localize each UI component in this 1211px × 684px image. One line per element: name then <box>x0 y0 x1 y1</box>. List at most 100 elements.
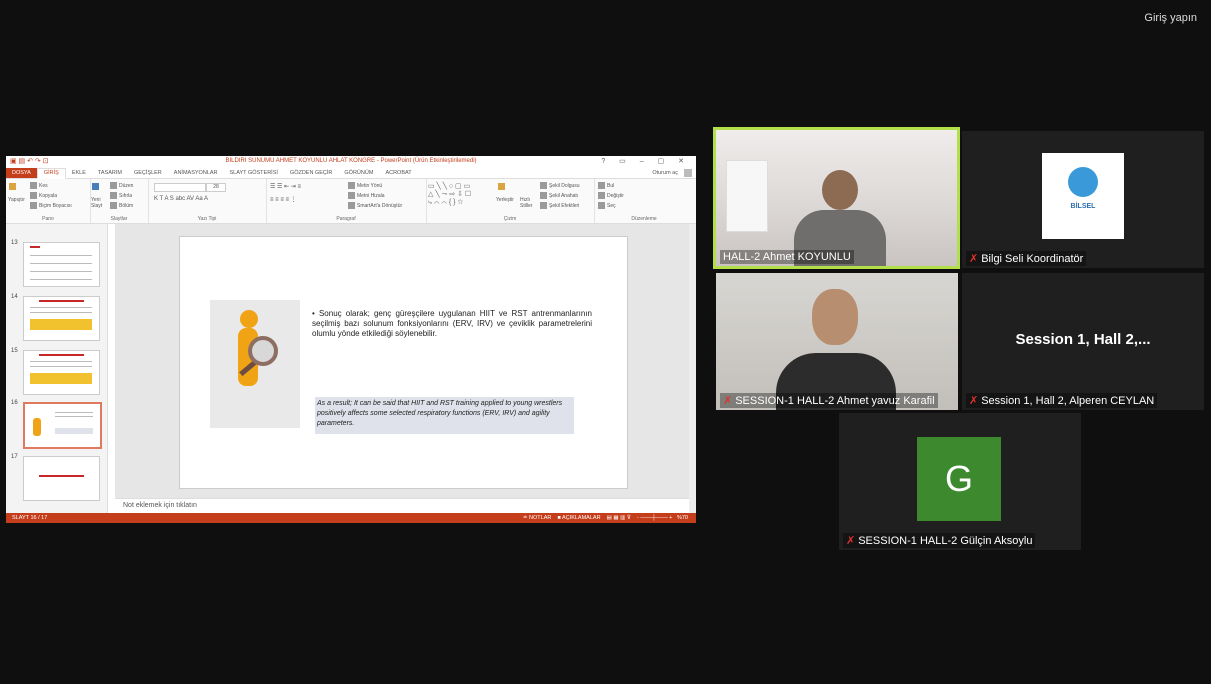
tab-file[interactable]: DOSYA <box>6 168 37 178</box>
tab-transitions[interactable]: GEÇİŞLER <box>128 170 168 176</box>
slide-thumbnail-selected[interactable] <box>23 402 102 449</box>
notes-pane[interactable]: Not eklemek için tıklatın <box>115 498 689 513</box>
slide-canvas[interactable]: • Sonuç olarak; genç güreşçilere uygulan… <box>115 224 689 499</box>
copy-button[interactable]: Kopyala <box>30 192 57 199</box>
thumb-number: 15 <box>11 348 18 354</box>
slide-thumbnail-pane[interactable]: 13 14 15 16 17 <box>6 224 108 513</box>
new-slide-button[interactable] <box>92 183 101 190</box>
view-buttons[interactable]: ▤ ▦ ▥ ⊽ <box>607 515 631 521</box>
shapes-gallery[interactable]: ▭ ╲ ╲ ○ ▢ ▭ △ ╲ ⇁ ⇨ ⇩ ☐ ⤷ ⌒ ⌒ { } ☆ <box>428 183 492 209</box>
mic-muted-icon: ✗ <box>969 253 979 265</box>
current-slide[interactable]: • Sonuç olarak; genç güreşçilere uygulan… <box>179 236 628 489</box>
tab-insert[interactable]: EKLE <box>66 170 92 176</box>
thumb-line <box>30 255 92 256</box>
text-direction-button[interactable]: Metin Yönü <box>348 182 382 189</box>
video-tile[interactable]: G ✗ SESSION-1 HALL-2 Gülçin Aksoylu <box>839 413 1081 550</box>
shape-fill-button[interactable]: Şekil Dolgusu <box>540 182 580 189</box>
format-painter-button[interactable]: Biçim Boyacısı <box>30 202 72 209</box>
slide-thumbnail[interactable] <box>23 456 100 501</box>
tab-design[interactable]: TASARIM <box>92 170 128 176</box>
font-size-input[interactable]: 28 <box>206 183 226 192</box>
find-button[interactable]: Bul <box>598 182 614 189</box>
thumb-figure <box>33 418 41 436</box>
zoom-level[interactable]: %70 <box>677 515 688 521</box>
notes-button[interactable]: ≐ NOTLAR <box>523 515 551 521</box>
align-buttons[interactable]: ≡ ≡ ≡ ≡ ⋮ <box>270 196 297 203</box>
font-format-buttons[interactable]: K T A S abc AV Aa A <box>154 196 208 202</box>
zoom-slider[interactable]: - ───┼─── + <box>637 515 672 521</box>
layout-label: Düzen <box>119 182 134 189</box>
video-tile-active-speaker[interactable]: HALL-2 Ahmet KOYUNLU <box>713 127 960 269</box>
outline-icon <box>540 192 547 199</box>
align-text-button[interactable]: Metni Hizala <box>348 192 385 199</box>
signin-link[interactable]: Oturum aç <box>652 170 678 176</box>
thumb-number: 17 <box>11 454 18 460</box>
shape-effects-button[interactable]: Şekil Efektleri <box>540 202 579 209</box>
comments-button[interactable]: ■ AÇIKLAMALAR <box>557 515 600 521</box>
slide-thumbnail[interactable] <box>23 296 100 341</box>
group-label-slides: Slaytlar <box>110 216 128 222</box>
slide-thumbnail[interactable] <box>23 350 100 395</box>
list-buttons[interactable]: ☰ ☰ ⇤ ⇥ ≡ <box>270 183 301 190</box>
text-direction-icon <box>348 182 355 189</box>
tab-view[interactable]: GÖRÜNÜM <box>338 170 379 176</box>
video-tile[interactable]: ✗ SESSION-1 HALL-2 Ahmet yavuz Karafil <box>716 273 958 410</box>
group-editing: Bul Değiştir Seç Düzenleme <box>594 179 694 223</box>
brush-icon <box>30 202 37 209</box>
video-tile[interactable]: BİLSEL ✗ Bilgi Seli Koordinatör <box>962 131 1204 268</box>
cut-button[interactable]: Kes <box>30 182 48 189</box>
cut-label: Kes <box>39 182 48 189</box>
account-avatar[interactable] <box>684 169 692 177</box>
figure-head <box>240 310 258 328</box>
font-name-input[interactable] <box>154 183 206 192</box>
thumb-number: 16 <box>11 400 18 406</box>
status-controls: ≐ NOTLAR ■ AÇIKLAMALAR ▤ ▦ ▥ ⊽ - ───┼───… <box>523 513 688 523</box>
slide-english-text[interactable]: As a result; It can be said that HIIT an… <box>315 397 574 434</box>
window-controls[interactable]: ? ▭ – ▢ ✕ <box>601 157 690 165</box>
signin-button[interactable]: Giriş yapın <box>1138 10 1203 26</box>
participant-display-title: Session 1, Hall 2,... <box>1015 331 1151 348</box>
shape-outline-button[interactable]: Şekil Anahatı <box>540 192 578 199</box>
thumb-title-mark <box>39 300 84 302</box>
thumb-highlight <box>55 428 93 434</box>
participant-name-text: Bilgi Seli Koordinatör <box>981 253 1084 265</box>
thumb-line <box>55 412 93 413</box>
quick-styles-button[interactable]: Hızlı Stiller <box>520 197 538 209</box>
new-slide-label: Yeni Slayt <box>91 197 103 209</box>
bullet-text: Sonuç olarak; genç güreşçilere uygulanan… <box>312 309 592 338</box>
participant-name: HALL-2 Ahmet KOYUNLU <box>720 250 854 264</box>
section-button[interactable]: Bölüm <box>110 202 133 209</box>
tab-home[interactable]: GİRİŞ <box>36 167 66 179</box>
smartart-icon <box>348 202 355 209</box>
tab-animations[interactable]: ANİMASYONLAR <box>168 170 224 176</box>
group-label-paragraph: Paragraf <box>336 216 356 222</box>
video-feed <box>716 130 957 266</box>
reset-label: Sıfırla <box>119 192 133 199</box>
bilsel-logo-mark <box>1068 167 1098 197</box>
shape-outline-label: Şekil Anahatı <box>549 192 579 199</box>
arrange-button[interactable] <box>498 183 507 190</box>
vertical-scrollbar[interactable] <box>689 224 696 513</box>
find-label: Bul <box>607 182 615 189</box>
select-button[interactable]: Seç <box>598 202 616 209</box>
thumb-line <box>55 416 93 417</box>
avatar: G <box>917 437 1001 521</box>
replace-label: Değiştir <box>607 192 624 199</box>
tab-slideshow[interactable]: SLAYT GÖSTERİSİ <box>224 170 284 176</box>
thumb-line <box>30 271 92 272</box>
tab-review[interactable]: GÖZDEN GEÇİR <box>284 170 338 176</box>
person-head <box>812 289 858 345</box>
reset-button[interactable]: Sıfırla <box>110 192 132 199</box>
paste-button[interactable] <box>9 183 18 190</box>
tab-acrobat[interactable]: ACROBAT <box>379 170 417 176</box>
ppt-status-bar: SLAYT 16 / 17 ≐ NOTLAR ■ AÇIKLAMALAR ▤ ▦… <box>6 513 696 523</box>
replace-button[interactable]: Değiştir <box>598 192 624 199</box>
smartart-button[interactable]: SmartArt'a Dönüştür <box>348 202 402 209</box>
slide-bullet-text[interactable]: • Sonuç olarak; genç güreşçilere uygulan… <box>312 309 592 339</box>
slide-thumbnail[interactable] <box>23 242 100 287</box>
video-tile[interactable]: Session 1, Hall 2,... ✗ Session 1, Hall 2… <box>962 273 1204 410</box>
thumb-title-mark <box>39 354 84 356</box>
shape-fill-label: Şekil Dolgusu <box>549 182 580 189</box>
layout-button[interactable]: Düzen <box>110 182 133 189</box>
arrange-icon <box>498 183 505 190</box>
